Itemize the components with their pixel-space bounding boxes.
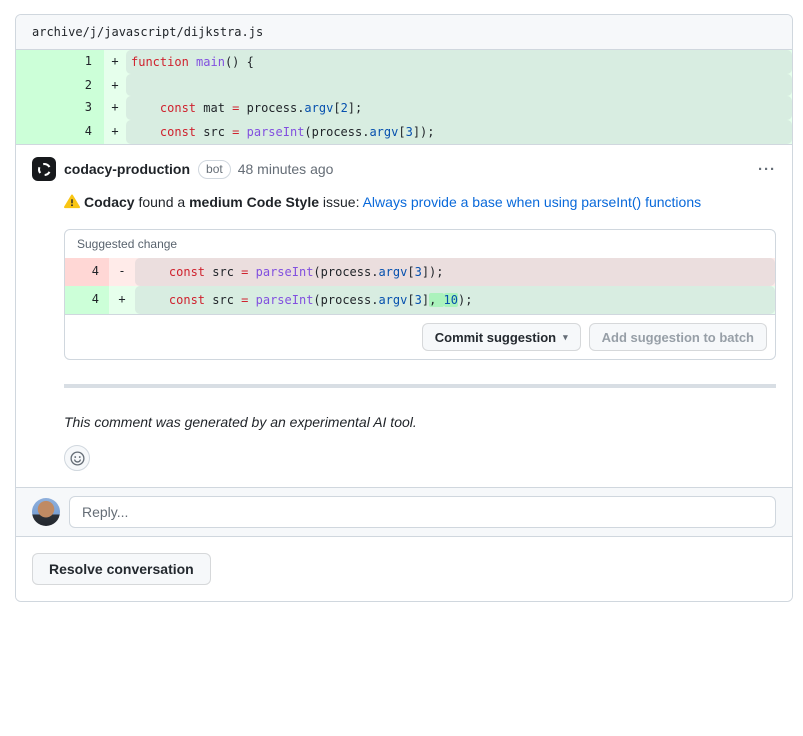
commit-suggestion-label: Commit suggestion — [435, 330, 556, 345]
diff-sign: + — [104, 120, 126, 144]
diff-line: 1 + function main() { — [16, 50, 792, 74]
dropdown-caret-icon: ▾ — [563, 332, 568, 343]
codacy-logo-icon — [38, 163, 51, 176]
issue-alert-text: Codacy found a medium Code Style issue: — [84, 194, 363, 210]
commit-suggestion-button[interactable]: Commit suggestion ▾ — [422, 323, 581, 351]
thread-footer: Resolve conversation — [16, 537, 792, 601]
diff-line-number: 3 — [16, 96, 104, 120]
diff-code: const src = parseInt(process.argv[3], 10… — [135, 286, 775, 314]
comment-timestamp[interactable]: 48 minutes ago — [238, 161, 334, 177]
diff-line: 2 + — [16, 74, 792, 96]
resolve-conversation-button[interactable]: Resolve conversation — [32, 553, 211, 585]
comment-body: Codacy found a medium Code Style issue: … — [64, 192, 776, 471]
diff-sign: + — [104, 96, 126, 120]
diff-code: const mat = process.argv[2]; — [126, 96, 792, 120]
reply-input[interactable] — [69, 496, 776, 528]
warning-icon — [64, 194, 80, 209]
review-thread: archive/j/javascript/dijkstra.js 1 + fun… — [0, 0, 803, 602]
smiley-icon — [70, 451, 85, 466]
bot-comment: codacy-production bot 48 minutes ago ···… — [16, 145, 792, 487]
diff-line-number: 4 — [65, 258, 109, 286]
diff-line-number: 2 — [16, 74, 104, 96]
bot-avatar[interactable] — [32, 157, 56, 181]
add-reaction-button[interactable] — [64, 445, 90, 471]
bot-badge: bot — [198, 160, 231, 179]
suggestion-diff: 4 - const src = parseInt(process.argv[3]… — [65, 258, 775, 314]
file-path-link[interactable]: archive/j/javascript/dijkstra.js — [32, 25, 263, 39]
review-comment-card: archive/j/javascript/dijkstra.js 1 + fun… — [15, 14, 793, 602]
diff-sign: - — [109, 258, 135, 286]
diff-line: 3 + const mat = process.argv[2]; — [16, 96, 792, 120]
diff-code — [126, 74, 792, 96]
suggested-change-title: Suggested change — [65, 230, 775, 258]
diff-block: 1 + function main() { 2 + 3 + const mat … — [16, 50, 792, 145]
suggestion-footer: Commit suggestion ▾ Add suggestion to ba… — [65, 314, 775, 359]
diff-line-number: 1 — [16, 50, 104, 74]
diff-code: const src = parseInt(process.argv[3]); — [126, 120, 792, 144]
kebab-menu-icon[interactable]: ··· — [758, 161, 776, 178]
comment-header: codacy-production bot 48 minutes ago ··· — [32, 157, 776, 181]
comment-author[interactable]: codacy-production — [64, 161, 190, 177]
diff-line: 4 + const src = parseInt(process.argv[3]… — [16, 120, 792, 144]
user-avatar — [32, 498, 60, 526]
suggestion-diff-line: 4 + const src = parseInt(process.argv[3]… — [65, 286, 775, 314]
diff-code: function main() { — [126, 50, 792, 74]
diff-sign: + — [104, 74, 126, 96]
diff-line-number: 4 — [65, 286, 109, 314]
suggestion-diff-line: 4 - const src = parseInt(process.argv[3]… — [65, 258, 775, 286]
reply-bar — [16, 487, 792, 537]
issue-alert: Codacy found a medium Code Style issue: … — [64, 192, 776, 213]
diff-sign: + — [109, 286, 135, 314]
diff-line-number: 4 — [16, 120, 104, 144]
diff-code: const src = parseInt(process.argv[3]); — [135, 258, 775, 286]
ai-footnote: This comment was generated by an experim… — [64, 412, 776, 433]
diff-sign: + — [104, 50, 126, 74]
suggested-change-box: Suggested change 4 - const src = parseIn… — [64, 229, 776, 360]
file-header: archive/j/javascript/dijkstra.js — [16, 15, 792, 50]
add-suggestion-to-batch-button[interactable]: Add suggestion to batch — [589, 323, 767, 351]
markdown-divider — [64, 384, 776, 388]
issue-link[interactable]: Always provide a base when using parseIn… — [363, 194, 702, 210]
